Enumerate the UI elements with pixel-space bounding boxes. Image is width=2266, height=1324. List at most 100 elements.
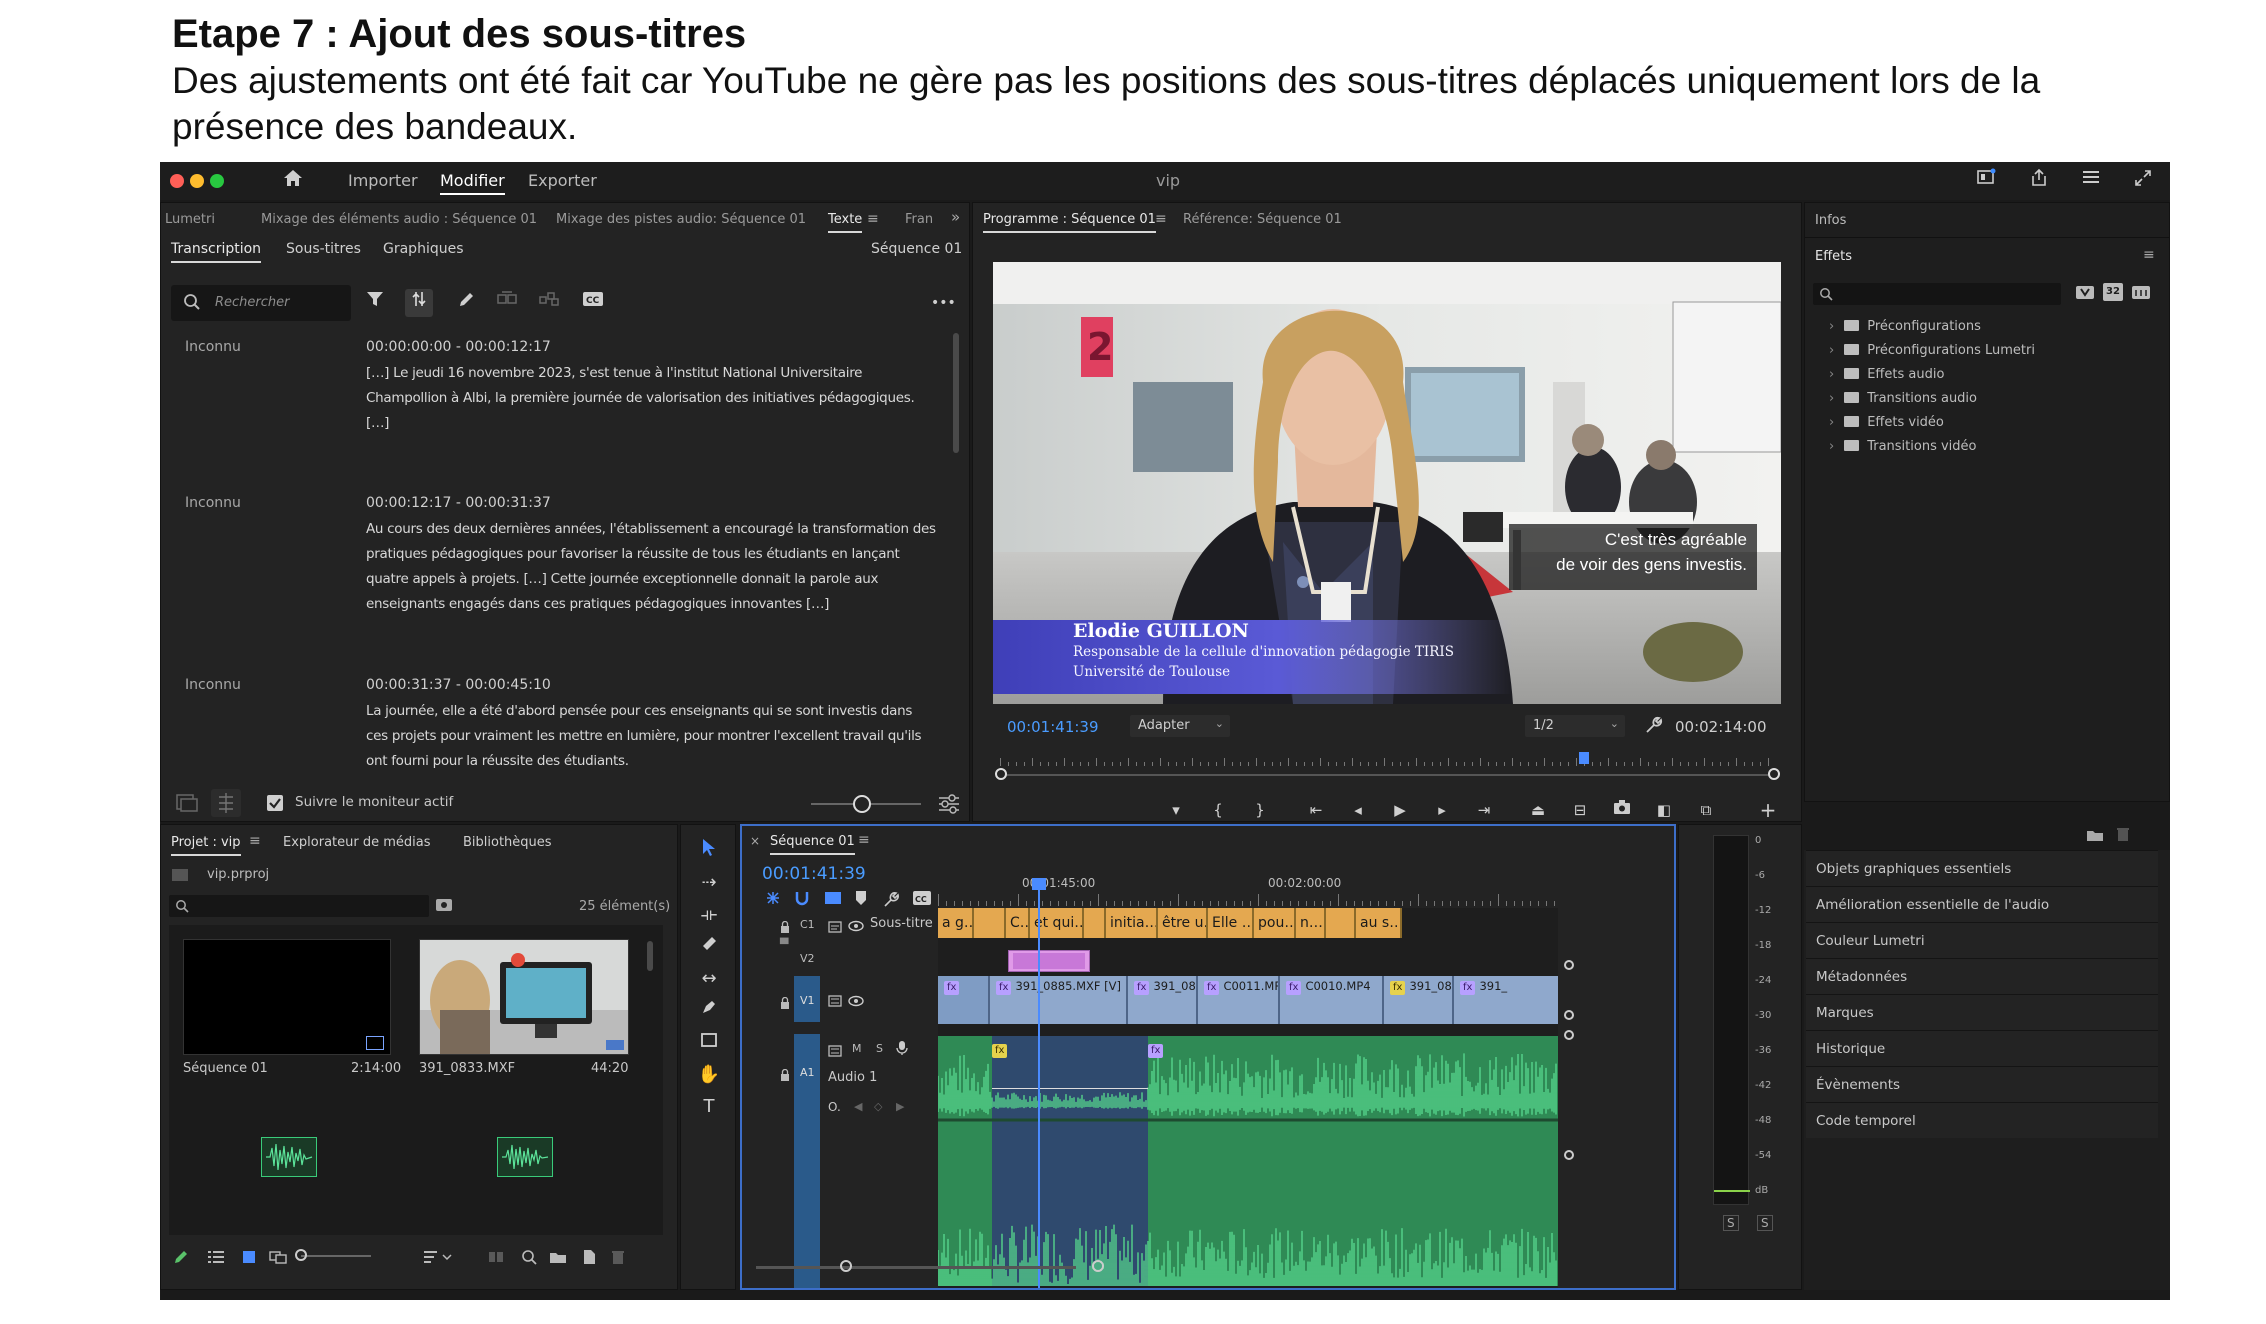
go-to-out-icon[interactable]: ⇥ xyxy=(1472,798,1496,822)
mark-in-icon[interactable]: { xyxy=(1206,798,1230,822)
tab-audio-clip-mixer[interactable]: Mixage des éléments audio : Séquence 01 xyxy=(261,212,537,227)
caption-clip[interactable] xyxy=(1326,908,1356,938)
freeform-view-icon[interactable] xyxy=(269,1249,289,1269)
hand-tool-icon[interactable]: ✋ xyxy=(695,1061,723,1089)
sequence-menu-icon[interactable]: ≡ xyxy=(858,832,870,848)
tab-fran[interactable]: Fran xyxy=(905,212,933,227)
slip-tool-icon[interactable]: ↔ xyxy=(695,965,723,993)
add-marker-icon[interactable]: ▾ xyxy=(1164,798,1188,822)
nav-import[interactable]: Importer xyxy=(348,171,418,190)
segment-text[interactable]: Au cours des deux dernières années, l'ét… xyxy=(366,517,936,617)
transcript-scrollbar[interactable] xyxy=(953,333,959,453)
tab-program[interactable]: Programme : Séquence 01 xyxy=(983,212,1156,233)
home-icon[interactable] xyxy=(280,168,306,192)
program-playhead[interactable] xyxy=(1579,752,1590,764)
project-search-input[interactable] xyxy=(169,895,429,917)
nest-toggle-icon[interactable] xyxy=(764,890,782,910)
panel-menu-icon[interactable]: ≡ xyxy=(867,211,879,227)
sync-lock-icon[interactable] xyxy=(828,992,842,1011)
tab-graphics[interactable]: Graphiques xyxy=(383,241,464,257)
list-view-icon[interactable] xyxy=(207,1249,225,1269)
accelerated-effects-icon[interactable] xyxy=(2075,283,2095,305)
new-folder-icon[interactable] xyxy=(2086,827,2104,846)
32bit-effects-icon[interactable]: 32 xyxy=(2103,283,2123,301)
timeline-scrollbar[interactable] xyxy=(756,1266,1076,1269)
mute-button[interactable]: M xyxy=(852,1042,862,1055)
fit-dropdown[interactable]: Adapter ⌄ xyxy=(1130,715,1230,737)
export-transcript-icon[interactable] xyxy=(175,791,199,817)
track-height-handle[interactable] xyxy=(1564,960,1574,970)
microphone-icon[interactable] xyxy=(896,1040,908,1060)
rectangle-tool-icon[interactable] xyxy=(695,1029,723,1057)
panel-essential-sound[interactable]: Amélioration essentielle de l'audio xyxy=(1806,886,2158,922)
caption-clip[interactable]: C… xyxy=(1006,908,1030,938)
scroll-handle-right[interactable] xyxy=(1092,1260,1104,1272)
go-to-in-icon[interactable]: ⇤ xyxy=(1304,798,1328,822)
lift-icon[interactable]: ⏏ xyxy=(1526,798,1550,822)
razor-tool-icon[interactable] xyxy=(695,933,723,961)
fullscreen-icon[interactable] xyxy=(2130,168,2156,192)
program-ruler[interactable] xyxy=(1000,756,1774,766)
sort-icon[interactable] xyxy=(423,1249,453,1269)
video-clip[interactable]: fx 391_0885.MXF [V] xyxy=(990,976,1128,1024)
insert-icon[interactable]: ◧ xyxy=(1652,798,1676,822)
compare-view-icon[interactable]: ⧉ xyxy=(1694,798,1718,822)
caption-clip[interactable]: n… xyxy=(1296,908,1326,938)
merge-segments-icon[interactable] xyxy=(493,289,521,317)
caption-clip[interactable]: Elle … xyxy=(1208,908,1254,938)
audio-clip-icon[interactable] xyxy=(497,1137,553,1177)
track-height-handle[interactable] xyxy=(1564,1010,1574,1020)
panel-metadata[interactable]: Métadonnées xyxy=(1806,958,2158,994)
panel-lumetri-color[interactable]: Couleur Lumetri xyxy=(1806,922,2158,958)
caption-clip[interactable]: pou… xyxy=(1254,908,1296,938)
trash-icon[interactable] xyxy=(2116,826,2130,846)
sequence-thumbnail[interactable] xyxy=(183,939,391,1055)
new-item-icon[interactable] xyxy=(581,1249,597,1269)
step-forward-icon[interactable]: ▸ xyxy=(1430,798,1454,822)
solo-right-button[interactable]: S xyxy=(1757,1215,1773,1231)
caption-clip[interactable] xyxy=(974,908,1006,938)
type-tool-icon[interactable]: T xyxy=(695,1093,723,1121)
playhead-handle[interactable] xyxy=(1032,878,1046,890)
lock-icon[interactable] xyxy=(780,1066,790,1085)
effects-folder-audio-transitions[interactable]: › Transitions audio xyxy=(1829,391,1977,406)
linked-selection-icon[interactable] xyxy=(824,890,842,910)
nav-export[interactable]: Exporter xyxy=(528,171,597,190)
follow-monitor-checkbox[interactable] xyxy=(267,795,283,811)
close-window-button[interactable] xyxy=(170,174,184,188)
captions-cc-icon[interactable]: CC xyxy=(912,890,932,910)
segment-text[interactable]: […] Le jeudi 16 novembre 2023, s'est ten… xyxy=(366,361,936,436)
speaker-assign-icon[interactable] xyxy=(535,289,563,317)
filter-icon[interactable] xyxy=(361,289,389,317)
step-back-icon[interactable]: ◂ xyxy=(1346,798,1370,822)
tab-text[interactable]: Texte xyxy=(828,212,863,233)
edit-pencil-icon[interactable] xyxy=(453,289,481,317)
effects-folder-lumetri-presets[interactable]: › Préconfigurations Lumetri xyxy=(1829,343,2035,358)
track-toggle[interactable]: ▀ xyxy=(780,938,788,951)
caption-clip[interactable] xyxy=(1084,908,1106,938)
play-icon[interactable]: ▶ xyxy=(1388,798,1412,822)
panel-essential-graphics[interactable]: Objets graphiques essentiels xyxy=(1806,850,2158,886)
close-sequence-icon[interactable]: × xyxy=(750,834,760,848)
video-clip[interactable]: fx391_085 xyxy=(1128,976,1198,1024)
pen-tool-icon[interactable] xyxy=(695,997,723,1025)
eye-icon[interactable] xyxy=(848,917,864,936)
timeline-ruler[interactable] xyxy=(938,892,1558,906)
effects-folder-video-effects[interactable]: › Effets vidéo xyxy=(1829,415,1944,430)
caption-clip[interactable]: au s… xyxy=(1356,908,1402,938)
maximize-window-button[interactable] xyxy=(210,174,224,188)
effects-folder-audio-effects[interactable]: › Effets audio xyxy=(1829,367,1944,382)
effects-menu-icon[interactable]: ≡ xyxy=(2143,247,2155,263)
yuv-effects-icon[interactable] xyxy=(2131,283,2151,305)
effects-folder-presets[interactable]: › Préconfigurations xyxy=(1829,319,1981,334)
clip-thumbnail[interactable] xyxy=(419,939,629,1055)
more-tabs-icon[interactable]: » xyxy=(951,208,960,226)
effects-tab[interactable]: Effets xyxy=(1815,249,1852,264)
bin-filter-icon[interactable] xyxy=(435,897,453,916)
export-frame-icon[interactable] xyxy=(1610,798,1634,822)
program-zoom-track[interactable] xyxy=(1002,774,1772,776)
video-preview[interactable]: 2 Elodie GUILLON Responsable de la cellu… xyxy=(993,262,1781,704)
volume-knob[interactable]: O. xyxy=(828,1100,841,1114)
ripple-edit-tool-icon[interactable]: ⟛ xyxy=(695,901,723,929)
keyframe-prev-icon[interactable]: ◀ xyxy=(854,1100,862,1113)
